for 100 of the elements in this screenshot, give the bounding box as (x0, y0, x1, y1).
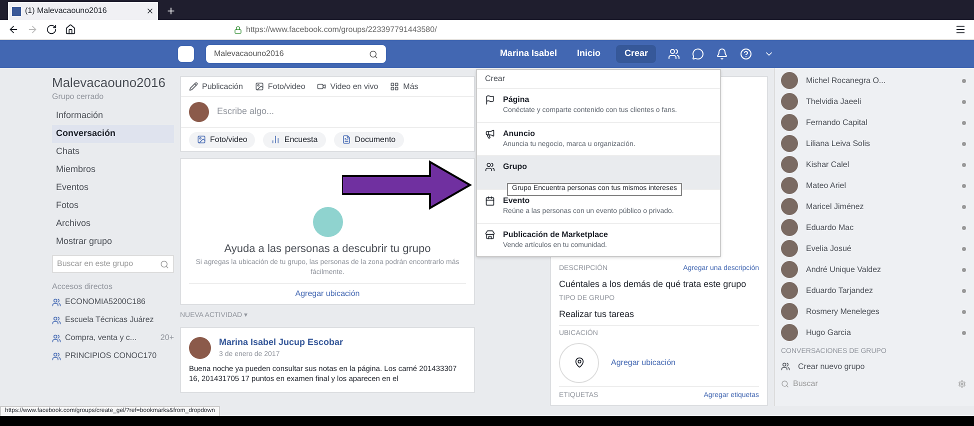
menu-title: Crear (484, 73, 506, 85)
sidebar-item[interactable]: Miembros (52, 161, 174, 179)
avatar (189, 102, 209, 122)
create-group-link[interactable]: Crear nuevo grupo (781, 358, 966, 376)
menu-item-icon (485, 162, 495, 172)
composer-tab[interactable]: Video en vivo (317, 80, 378, 92)
composer-tab-icon (189, 82, 198, 91)
avatar (781, 261, 798, 278)
chat-contact[interactable]: Kishar Calel (781, 154, 966, 175)
avatar (781, 324, 798, 341)
chat-contact[interactable]: Fernando Capital (781, 112, 966, 133)
composer-tab[interactable]: Más (390, 80, 418, 92)
group-icon (781, 362, 790, 371)
chat-contact[interactable]: Eduardo Tarjandez (781, 280, 966, 301)
shortcut-label: Compra, venta y c... (65, 332, 138, 344)
sidebar-item[interactable]: Chats (52, 143, 174, 161)
sidebar-item[interactable]: Mostrar grupo (52, 233, 174, 251)
url-text: https://www.facebook.com/groups/223397791443580/ (246, 24, 437, 36)
avatar (781, 219, 798, 236)
search-value: Malevacaouno2016 (214, 48, 285, 60)
menu-icon[interactable] (955, 24, 966, 35)
help-icon[interactable] (740, 48, 752, 60)
nav-link[interactable]: Inicio (572, 47, 604, 61)
avatar (781, 198, 798, 215)
shortcut-label: PRINCIPIOS CONOC170 (65, 350, 158, 362)
group-privacy: Grupo cerrado (52, 91, 105, 103)
composer-tab-icon (317, 82, 326, 91)
add-location-link[interactable]: Agregar ubicación (611, 356, 676, 368)
messenger-icon[interactable] (692, 48, 704, 60)
post-author[interactable]: Marina Isabel Jucup Escobar (219, 336, 344, 350)
sidebar-item[interactable]: Eventos (52, 179, 174, 197)
back-icon[interactable] (8, 24, 19, 35)
menu-item-icon (485, 128, 495, 138)
sidebar-item[interactable]: Fotos (52, 197, 174, 215)
shortcut-item[interactable]: Escuela Técnicas Juárez (52, 311, 174, 329)
sidebar-item[interactable]: Información (52, 107, 174, 125)
chat-contact[interactable]: Rosmery Meneleges (781, 301, 966, 322)
menu-item-icon (485, 95, 495, 105)
search-icon (160, 260, 169, 268)
chat-contact[interactable]: Evelia Josué (781, 238, 966, 259)
avatar (781, 303, 798, 320)
online-status-icon (962, 268, 966, 272)
avatar (781, 240, 798, 257)
add-location-link[interactable]: Agregar ubicación (189, 282, 466, 304)
chat-contact[interactable]: Eduardo Mac (781, 217, 966, 238)
home-icon[interactable] (65, 24, 76, 35)
chat-contact[interactable]: Thelvidia Jaeeli (781, 91, 966, 112)
avatar (781, 177, 798, 194)
group-icon (52, 352, 61, 360)
notifications-icon[interactable] (716, 48, 728, 60)
nav-link[interactable]: Crear (616, 45, 656, 63)
online-status-icon (962, 162, 966, 166)
group-icon (52, 298, 61, 306)
reload-icon[interactable] (46, 24, 57, 35)
shortcut-item[interactable]: PRINCIPIOS CONOC170 (52, 347, 174, 365)
avatar (781, 72, 798, 89)
browser-tab[interactable]: (1) Malevacaouno2016 (8, 2, 158, 20)
shortcuts-heading: Accesos directos (52, 281, 114, 293)
close-icon[interactable] (146, 7, 154, 15)
menu-item-icon (485, 230, 495, 240)
avatar (781, 282, 798, 299)
new-tab-icon[interactable] (166, 6, 176, 16)
avatar (781, 93, 798, 110)
composer-action-button[interactable]: Encuesta (263, 132, 326, 148)
chat-contact[interactable]: Mateo Ariel (781, 175, 966, 196)
online-status-icon (962, 288, 966, 292)
online-status-icon (962, 246, 966, 250)
chat-contact[interactable]: André Unique Valdez (781, 259, 966, 280)
online-status-icon (962, 330, 966, 334)
shortcut-label: Escuela Técnicas Juárez (65, 314, 155, 326)
online-status-icon (962, 100, 966, 104)
sidebar-item[interactable]: Archivos (52, 215, 174, 233)
online-status-icon (962, 142, 966, 146)
online-status-icon (962, 78, 966, 82)
avatar (781, 114, 798, 131)
online-status-icon (962, 310, 966, 314)
chat-contact[interactable]: Liliana Leiva Solis (781, 133, 966, 154)
search-icon[interactable] (369, 50, 378, 58)
chat-contact[interactable]: Hugo Garcia (781, 322, 966, 343)
composer-action-button[interactable]: Documento (334, 132, 404, 148)
friends-icon[interactable] (668, 48, 680, 60)
avatar (781, 156, 798, 173)
group-type-text: Realizar tus tareas (559, 308, 759, 326)
discover-title: Ayuda a las personas a descubrir tu grupo (224, 242, 431, 257)
composer-action-button[interactable]: Foto/video (189, 132, 256, 148)
online-status-icon (962, 120, 966, 124)
search-field[interactable]: Malevacaouno2016 (206, 45, 386, 63)
shortcut-item[interactable]: ECONOMIA5200C186 (52, 293, 174, 311)
avatar (781, 135, 798, 152)
sidebar-item[interactable]: Conversación (52, 125, 174, 143)
composer-tab[interactable]: Publicación (189, 80, 243, 92)
shortcut-label: ECONOMIA5200C186 (65, 296, 146, 308)
composer-tab[interactable]: Foto/video (254, 80, 306, 92)
description-text: Cuéntales a los demás de qué trata este grupo (559, 278, 748, 291)
group-icon (52, 334, 61, 342)
shortcut-item[interactable]: Compra, venta y c... 20+ (52, 329, 174, 347)
chat-contact[interactable]: Michel Rocanegra O... (781, 70, 966, 91)
chat-contact[interactable]: Maricel Jiménez (781, 196, 966, 217)
tab-title: (1) Malevacaouno2016 (25, 5, 108, 17)
nav-link[interactable]: Marina Isabel (496, 47, 561, 61)
